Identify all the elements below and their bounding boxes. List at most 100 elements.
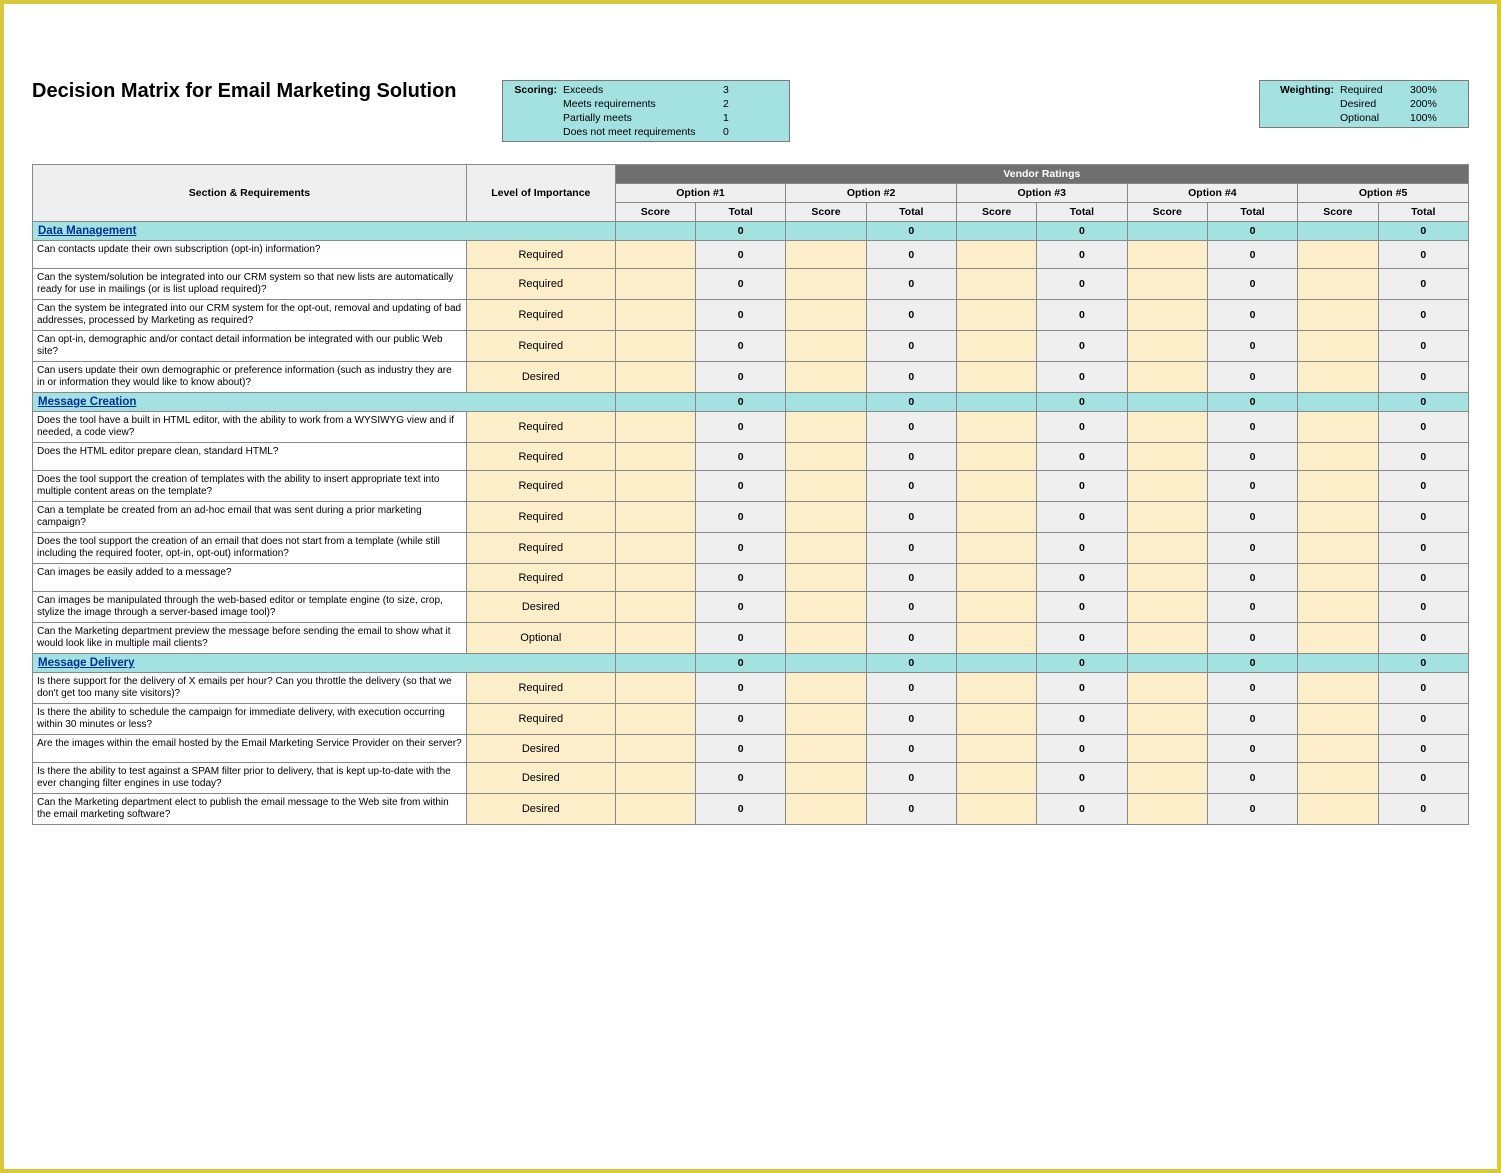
score-cell[interactable] [615,794,695,825]
level-of-importance-cell[interactable]: Required [466,269,615,300]
score-cell[interactable] [1127,300,1207,331]
score-cell[interactable] [615,704,695,735]
score-cell[interactable] [956,502,1036,533]
score-cell[interactable] [786,443,866,471]
score-cell[interactable] [615,735,695,763]
score-cell[interactable] [786,300,866,331]
score-cell[interactable] [1298,241,1378,269]
score-cell[interactable] [615,471,695,502]
score-cell[interactable] [1127,794,1207,825]
score-cell[interactable] [1298,362,1378,393]
score-cell[interactable] [1127,763,1207,794]
level-of-importance-cell[interactable]: Required [466,564,615,592]
score-cell[interactable] [615,269,695,300]
score-cell[interactable] [956,623,1036,654]
score-cell[interactable] [786,241,866,269]
score-cell[interactable] [786,794,866,825]
score-cell[interactable] [1298,471,1378,502]
level-of-importance-cell[interactable]: Required [466,412,615,443]
score-cell[interactable] [1298,564,1378,592]
score-cell[interactable] [1298,443,1378,471]
level-of-importance-cell[interactable]: Desired [466,763,615,794]
score-cell[interactable] [615,502,695,533]
level-of-importance-cell[interactable]: Required [466,673,615,704]
score-cell[interactable] [956,564,1036,592]
level-of-importance-cell[interactable]: Required [466,704,615,735]
level-of-importance-cell[interactable]: Required [466,443,615,471]
level-of-importance-cell[interactable]: Desired [466,794,615,825]
score-cell[interactable] [956,763,1036,794]
score-cell[interactable] [1127,331,1207,362]
score-cell[interactable] [1298,794,1378,825]
score-cell[interactable] [956,704,1036,735]
score-cell[interactable] [786,269,866,300]
score-cell[interactable] [1127,241,1207,269]
score-cell[interactable] [956,331,1036,362]
score-cell[interactable] [786,564,866,592]
level-of-importance-cell[interactable]: Required [466,331,615,362]
score-cell[interactable] [956,300,1036,331]
score-cell[interactable] [956,471,1036,502]
level-of-importance-cell[interactable]: Optional [466,623,615,654]
score-cell[interactable] [786,502,866,533]
score-cell[interactable] [615,241,695,269]
score-cell[interactable] [1298,269,1378,300]
score-cell[interactable] [1127,412,1207,443]
score-cell[interactable] [1127,735,1207,763]
level-of-importance-cell[interactable]: Required [466,471,615,502]
score-cell[interactable] [615,763,695,794]
level-of-importance-cell[interactable]: Required [466,300,615,331]
score-cell[interactable] [1298,735,1378,763]
score-cell[interactable] [786,471,866,502]
score-cell[interactable] [1127,673,1207,704]
score-cell[interactable] [1298,331,1378,362]
level-of-importance-cell[interactable]: Required [466,502,615,533]
score-cell[interactable] [786,533,866,564]
score-cell[interactable] [956,412,1036,443]
score-cell[interactable] [786,362,866,393]
score-cell[interactable] [786,623,866,654]
score-cell[interactable] [1127,471,1207,502]
score-cell[interactable] [1298,502,1378,533]
score-cell[interactable] [615,533,695,564]
score-cell[interactable] [1298,673,1378,704]
score-cell[interactable] [615,443,695,471]
score-cell[interactable] [615,412,695,443]
score-cell[interactable] [1298,592,1378,623]
score-cell[interactable] [786,704,866,735]
score-cell[interactable] [1298,623,1378,654]
score-cell[interactable] [615,592,695,623]
score-cell[interactable] [615,362,695,393]
score-cell[interactable] [1127,362,1207,393]
score-cell[interactable] [956,241,1036,269]
score-cell[interactable] [615,300,695,331]
score-cell[interactable] [956,673,1036,704]
score-cell[interactable] [1298,704,1378,735]
score-cell[interactable] [1298,763,1378,794]
score-cell[interactable] [1127,564,1207,592]
level-of-importance-cell[interactable]: Desired [466,592,615,623]
score-cell[interactable] [956,443,1036,471]
score-cell[interactable] [956,533,1036,564]
score-cell[interactable] [956,592,1036,623]
score-cell[interactable] [956,794,1036,825]
score-cell[interactable] [1127,443,1207,471]
score-cell[interactable] [1298,300,1378,331]
score-cell[interactable] [1127,592,1207,623]
score-cell[interactable] [1298,412,1378,443]
score-cell[interactable] [1127,623,1207,654]
score-cell[interactable] [1127,533,1207,564]
score-cell[interactable] [786,763,866,794]
level-of-importance-cell[interactable]: Desired [466,735,615,763]
score-cell[interactable] [615,673,695,704]
score-cell[interactable] [956,735,1036,763]
score-cell[interactable] [1127,704,1207,735]
score-cell[interactable] [786,331,866,362]
score-cell[interactable] [1127,502,1207,533]
score-cell[interactable] [615,623,695,654]
score-cell[interactable] [786,673,866,704]
score-cell[interactable] [786,592,866,623]
score-cell[interactable] [615,564,695,592]
score-cell[interactable] [615,331,695,362]
score-cell[interactable] [1127,269,1207,300]
